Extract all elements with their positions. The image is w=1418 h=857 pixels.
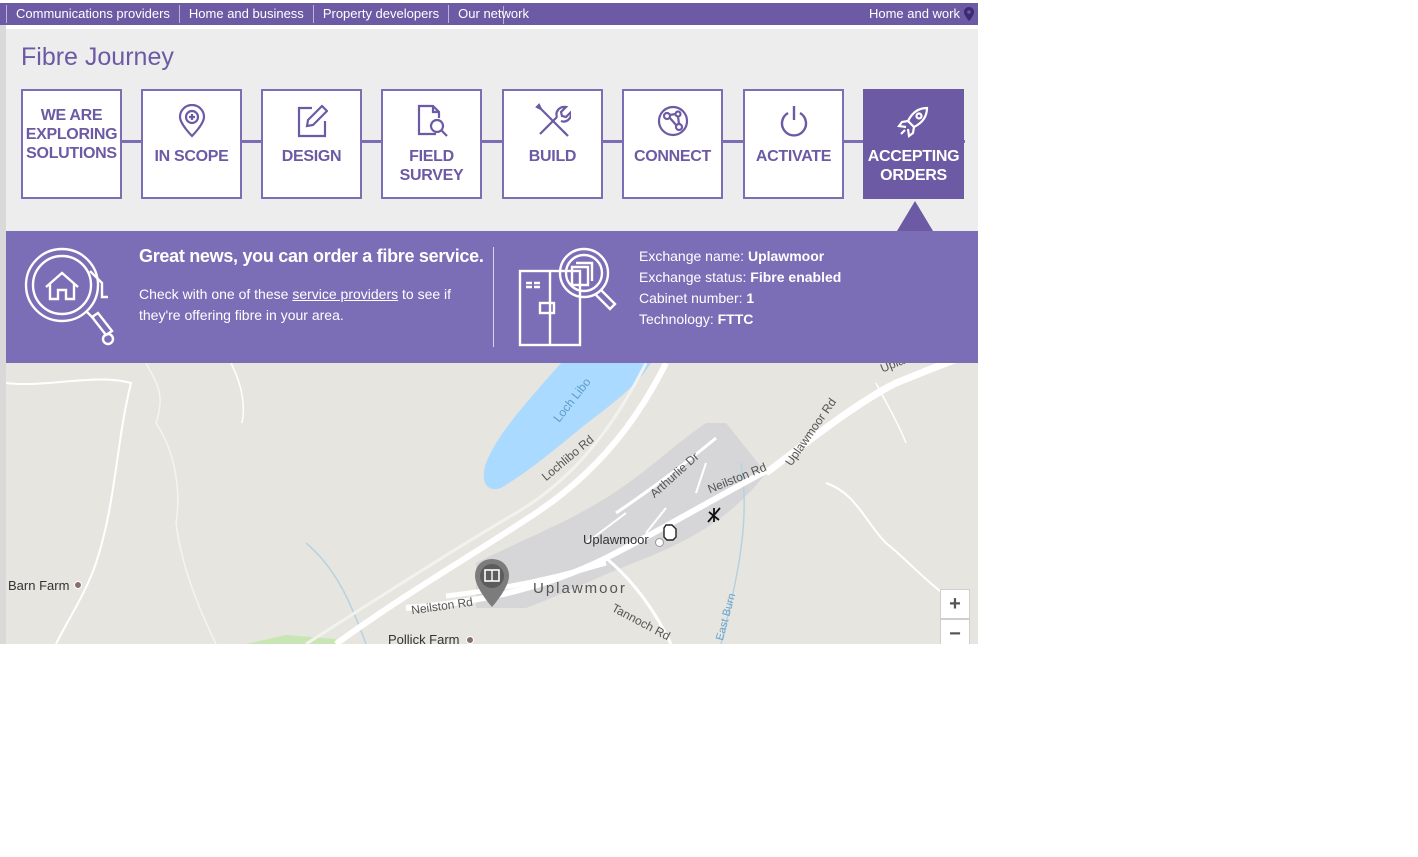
pollick-farm-poi[interactable] bbox=[466, 636, 474, 644]
exchange-name-label: Exchange name: bbox=[639, 248, 745, 264]
map-label-uplawmoor-small: Uplawmoor bbox=[583, 532, 649, 547]
map-label-pollick-farm: Pollick Farm bbox=[388, 632, 460, 644]
technology-label: Technology: bbox=[639, 311, 714, 327]
minor-road bbox=[230, 363, 245, 424]
location-pin-icon bbox=[964, 7, 974, 21]
zoom-out-button[interactable]: − bbox=[940, 619, 970, 644]
nav-home-and-work[interactable]: Home and work bbox=[869, 3, 978, 25]
map-view[interactable]: Loch Libo Lochlibo Rd Arthurlie Dr Neils… bbox=[6, 363, 978, 644]
document-search-icon bbox=[416, 101, 448, 141]
info-body-prefix: Check with one of these bbox=[139, 286, 289, 302]
zoom-in-button[interactable]: + bbox=[940, 589, 970, 619]
pencil-square-icon bbox=[296, 101, 328, 141]
info-headline: Great news, you can order a fibre servic… bbox=[139, 246, 484, 266]
app-window: Communications providers Home and busine… bbox=[0, 0, 978, 644]
step-label: In scope bbox=[154, 148, 229, 165]
hand-cursor-icon bbox=[663, 524, 677, 541]
service-providers-link[interactable]: service providers bbox=[292, 286, 398, 302]
technology-row: Technology: FTTC bbox=[639, 311, 753, 327]
map-pin-plus-icon bbox=[177, 101, 207, 141]
step-label: Connect bbox=[633, 148, 711, 165]
order-info-band: Great news, you can order a fibre servic… bbox=[6, 231, 978, 363]
step-in-scope[interactable]: In scope bbox=[141, 89, 242, 199]
power-icon bbox=[778, 101, 810, 141]
nav-divider bbox=[503, 6, 504, 24]
nav-our-network[interactable]: Our network bbox=[448, 5, 538, 23]
step-build[interactable]: Build bbox=[502, 89, 603, 199]
page-title: Fibre Journey bbox=[21, 43, 174, 71]
exchange-location-pin-icon[interactable] bbox=[473, 557, 511, 609]
nav-communications-providers[interactable]: Communications providers bbox=[6, 5, 179, 23]
house-search-icon bbox=[24, 247, 115, 346]
nav-home-and-work-label: Home and work bbox=[868, 6, 960, 21]
step-field-survey[interactable]: Field survey bbox=[381, 89, 482, 199]
park-area bbox=[246, 635, 336, 644]
step-exploring-solutions[interactable]: We are exploring solutions bbox=[21, 89, 122, 199]
step-label: Activate bbox=[755, 148, 832, 165]
step-connect[interactable]: Connect bbox=[622, 89, 723, 199]
exchange-status-label: Exchange status: bbox=[639, 269, 747, 285]
rocket-icon bbox=[896, 101, 931, 141]
step-accepting-orders[interactable]: Accepting orders bbox=[863, 89, 964, 199]
cabinet-number-value: 1 bbox=[746, 290, 755, 306]
cabinet-number-row: Cabinet number: 1 bbox=[639, 290, 754, 306]
step-label: Build bbox=[528, 148, 577, 165]
info-body: Check with one of these service provider… bbox=[139, 284, 469, 326]
barn-farm-poi[interactable] bbox=[74, 581, 82, 589]
map-label-uplawmoor-big: Uplawmoor bbox=[533, 580, 627, 597]
minor-road bbox=[6, 378, 133, 644]
cabinet-search-icon bbox=[518, 247, 617, 347]
wrench-screwdriver-icon bbox=[534, 101, 571, 141]
step-label: Field survey bbox=[399, 148, 464, 184]
cross-cursor-icon bbox=[707, 507, 721, 523]
step-activate[interactable]: Activate bbox=[743, 89, 844, 199]
minor-road bbox=[145, 363, 217, 644]
exchange-status-row: Exchange status: Fibre enabled bbox=[639, 269, 841, 285]
globe-network-icon bbox=[656, 101, 690, 141]
exchange-status-value: Fibre enabled bbox=[750, 269, 842, 285]
step-label: Accepting orders bbox=[867, 148, 960, 184]
step-design[interactable]: Design bbox=[261, 89, 362, 199]
fibre-journey-panel: Fibre Journey We are exploring solutions… bbox=[6, 29, 978, 231]
step-label: We are exploring solutions bbox=[25, 107, 118, 162]
nav-property-developers[interactable]: Property developers bbox=[312, 5, 448, 23]
top-nav-bar: Communications providers Home and busine… bbox=[0, 3, 978, 25]
exchange-name-value: Uplawmoor bbox=[747, 248, 825, 264]
cabinet-number-label: Cabinet number: bbox=[639, 290, 743, 306]
info-divider bbox=[493, 247, 494, 347]
technology-value: FTTC bbox=[717, 311, 754, 327]
active-step-pointer bbox=[897, 201, 933, 231]
step-label: Design bbox=[281, 148, 342, 165]
journey-steps: We are exploring solutions In scope Desi… bbox=[21, 89, 965, 199]
nav-home-and-business[interactable]: Home and business bbox=[178, 5, 313, 23]
exchange-name-row: Exchange name: Uplawmoor bbox=[639, 248, 824, 264]
map-label-barn-farm: Barn Farm bbox=[8, 578, 70, 593]
